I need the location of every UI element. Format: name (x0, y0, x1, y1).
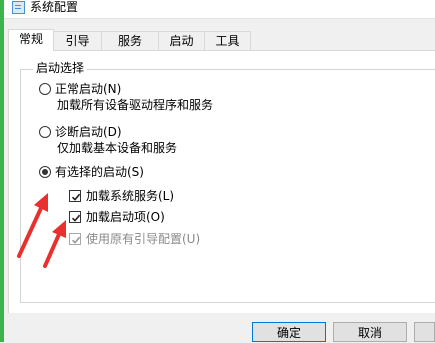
selective-startup-radio[interactable] (39, 166, 51, 178)
checkmark-icon (71, 236, 81, 244)
tab-strip: 常规 引导 服务 启动 工具 (8, 29, 435, 51)
title-bar: 系统配置 (4, 0, 435, 19)
apply-button[interactable] (414, 322, 435, 342)
normal-startup-description: 加载所有设备驱动程序和服务 (57, 98, 214, 112)
checkmark-icon (71, 193, 81, 201)
load-startup-items-label[interactable]: 加载启动项(O) (86, 210, 165, 224)
load-system-services-label[interactable]: 加载系统服务(L) (86, 189, 174, 203)
selective-startup-label[interactable]: 有选择的启动(S) (55, 165, 144, 179)
ok-button[interactable]: 确定 (252, 322, 326, 342)
tab-general[interactable]: 常规 (8, 29, 54, 51)
diagnostic-startup-label[interactable]: 诊断启动(D) (55, 125, 122, 139)
diagnostic-startup-description: 仅加载基本设备和服务 (57, 141, 178, 155)
tab-services[interactable]: 服务 (101, 31, 159, 50)
tab-startup[interactable]: 启动 (158, 31, 205, 50)
cancel-button[interactable]: 取消 (333, 322, 407, 342)
use-original-boot-config-checkbox (69, 233, 81, 245)
system-config-icon (12, 1, 25, 14)
load-system-services-checkbox[interactable] (69, 190, 81, 202)
left-window-edge (0, 0, 4, 342)
checkmark-icon (71, 214, 81, 222)
diagnostic-startup-radio[interactable] (39, 126, 51, 138)
startup-selection-legend: 启动选择 (33, 61, 88, 75)
use-original-boot-config-label: 使用原有引导配置(U) (86, 232, 201, 246)
window-title: 系统配置 (30, 0, 79, 14)
normal-startup-radio[interactable] (39, 83, 51, 95)
tab-boot[interactable]: 引导 (53, 31, 102, 50)
tab-tools[interactable]: 工具 (204, 31, 251, 50)
normal-startup-label[interactable]: 正常启动(N) (55, 82, 121, 96)
load-startup-items-checkbox[interactable] (69, 211, 81, 223)
